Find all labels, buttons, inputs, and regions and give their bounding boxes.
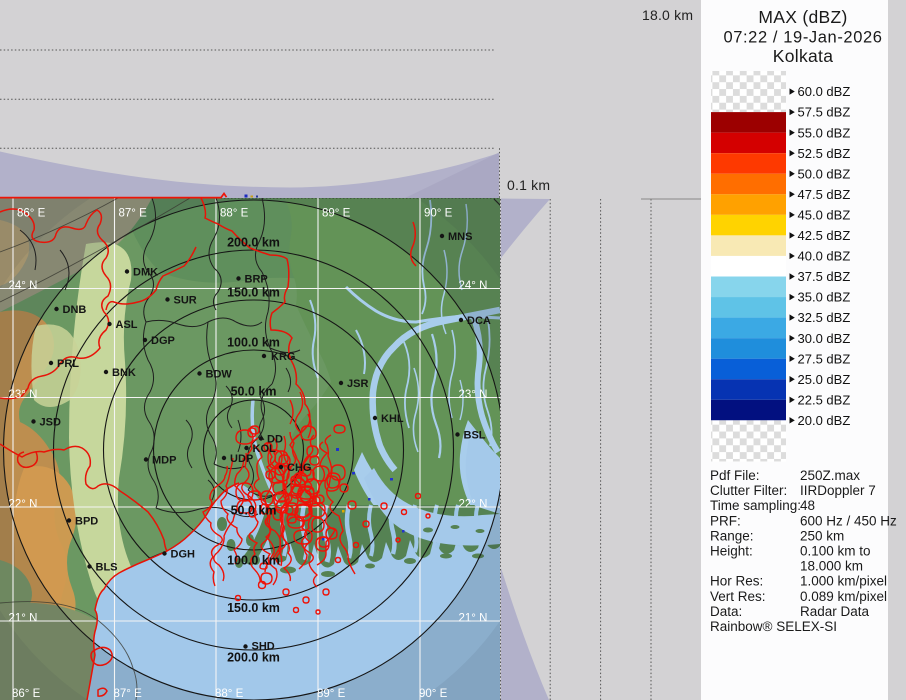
svg-text:KRG: KRG [271,351,295,363]
svg-text:90° E: 90° E [419,688,448,700]
svg-text:88° E: 88° E [215,688,244,700]
svg-text:42.5 dBZ: 42.5 dBZ [798,228,851,243]
svg-text:25.0 dBZ: 25.0 dBZ [798,372,851,387]
svg-text:PRL: PRL [57,358,79,370]
svg-text:Clutter Filter:: Clutter Filter: [710,483,787,498]
svg-text:50.0 km: 50.0 km [231,504,277,518]
svg-text:IIRDoppler 7: IIRDoppler 7 [800,483,876,498]
svg-text:52.5 dBZ: 52.5 dBZ [798,146,851,161]
svg-text:Data:: Data: [710,604,742,619]
svg-text:07:22 / 19-Jan-2026: 07:22 / 19-Jan-2026 [723,29,882,47]
svg-text:ASL: ASL [116,319,138,331]
svg-text:BPD: BPD [75,516,98,528]
svg-text:DCA: DCA [467,315,491,327]
svg-text:20.0 dBZ: 20.0 dBZ [798,413,851,428]
svg-text:Time sampling:: Time sampling: [710,498,801,513]
svg-text:50.0 dBZ: 50.0 dBZ [798,166,851,181]
svg-text:Range:: Range: [710,528,754,543]
svg-text:CHG: CHG [287,462,311,474]
svg-text:Height:: Height: [710,544,753,559]
svg-text:KOL: KOL [253,443,277,455]
svg-text:200.0 km: 200.0 km [227,651,280,665]
svg-text:SHD: SHD [252,641,275,653]
svg-text:MDP: MDP [152,455,176,467]
svg-text:23° N: 23° N [459,389,488,401]
svg-text:18.0 km: 18.0 km [642,7,693,23]
svg-text:0.1 km: 0.1 km [507,177,550,193]
svg-text:1.000 km/pixel: 1.000 km/pixel [800,574,887,589]
svg-text:21° N: 21° N [9,613,38,625]
svg-text:47.5 dBZ: 47.5 dBZ [798,187,851,202]
svg-text:87° E: 87° E [114,688,143,700]
svg-text:30.0 dBZ: 30.0 dBZ [798,331,851,346]
svg-text:27.5 dBZ: 27.5 dBZ [798,351,851,366]
svg-text:KHL: KHL [381,413,404,425]
svg-text:32.5 dBZ: 32.5 dBZ [798,310,851,325]
svg-text:0.089 km/pixel: 0.089 km/pixel [800,589,887,604]
svg-text:BNK: BNK [112,367,136,379]
svg-text:JSD: JSD [40,417,61,429]
svg-text:22° N: 22° N [9,499,38,511]
svg-text:DMK: DMK [133,267,158,279]
svg-text:DGP: DGP [151,335,175,347]
svg-text:Rainbow® SELEX-SI: Rainbow® SELEX-SI [710,619,837,634]
svg-text:86° E: 86° E [12,688,41,700]
svg-text:DNB: DNB [63,304,87,316]
svg-text:24° N: 24° N [459,280,488,292]
svg-text:87° E: 87° E [119,208,148,220]
svg-text:100.0 km: 100.0 km [227,554,280,568]
svg-text:200.0 km: 200.0 km [227,236,280,250]
svg-text:SUR: SUR [174,295,197,307]
svg-text:250Z.max: 250Z.max [800,468,860,483]
svg-text:60.0 dBZ: 60.0 dBZ [798,84,851,99]
svg-text:Hor Res:: Hor Res: [710,574,763,589]
svg-text:MAX (dBZ): MAX (dBZ) [758,7,847,27]
svg-text:250 km: 250 km [800,528,844,543]
svg-text:BDW: BDW [206,369,233,381]
svg-text:BLS: BLS [96,562,118,574]
svg-text:BSL: BSL [464,430,486,442]
svg-text:23° N: 23° N [9,389,38,401]
svg-text:57.5 dBZ: 57.5 dBZ [798,105,851,120]
svg-text:24° N: 24° N [9,280,38,292]
svg-text:MNS: MNS [448,231,472,243]
svg-text:Radar Data: Radar Data [800,604,870,619]
svg-text:Kolkata: Kolkata [773,46,833,66]
svg-text:37.5 dBZ: 37.5 dBZ [798,269,851,284]
svg-text:22.5 dBZ: 22.5 dBZ [798,392,851,407]
svg-text:90° E: 90° E [424,208,453,220]
svg-text:89° E: 89° E [322,208,351,220]
svg-text:0.100 km to: 0.100 km to [800,544,871,559]
svg-text:21° N: 21° N [459,613,488,625]
svg-text:40.0 dBZ: 40.0 dBZ [798,249,851,264]
svg-text:JSR: JSR [347,378,368,390]
svg-text:Vert Res:: Vert Res: [710,589,766,604]
svg-text:150.0 km: 150.0 km [227,601,280,615]
svg-text:150.0 km: 150.0 km [227,286,280,300]
svg-text:18.000 km: 18.000 km [800,559,863,574]
svg-text:45.0 dBZ: 45.0 dBZ [798,207,851,222]
svg-text:PRF:: PRF: [710,513,741,528]
svg-text:35.0 dBZ: 35.0 dBZ [798,290,851,305]
svg-text:22° N: 22° N [459,499,488,511]
svg-text:BRP: BRP [245,274,268,286]
svg-text:UDP: UDP [230,453,253,465]
svg-text:600 Hz / 450 Hz: 600 Hz / 450 Hz [800,513,897,528]
svg-text:88° E: 88° E [220,208,249,220]
svg-text:50.0 km: 50.0 km [231,385,277,399]
svg-text:DGH: DGH [171,549,196,561]
svg-text:89° E: 89° E [317,688,346,700]
svg-text:86° E: 86° E [17,208,46,220]
svg-text:Pdf File:: Pdf File: [710,468,760,483]
svg-text:100.0 km: 100.0 km [227,336,280,350]
svg-text:48: 48 [800,498,815,513]
svg-text:55.0 dBZ: 55.0 dBZ [798,125,851,140]
